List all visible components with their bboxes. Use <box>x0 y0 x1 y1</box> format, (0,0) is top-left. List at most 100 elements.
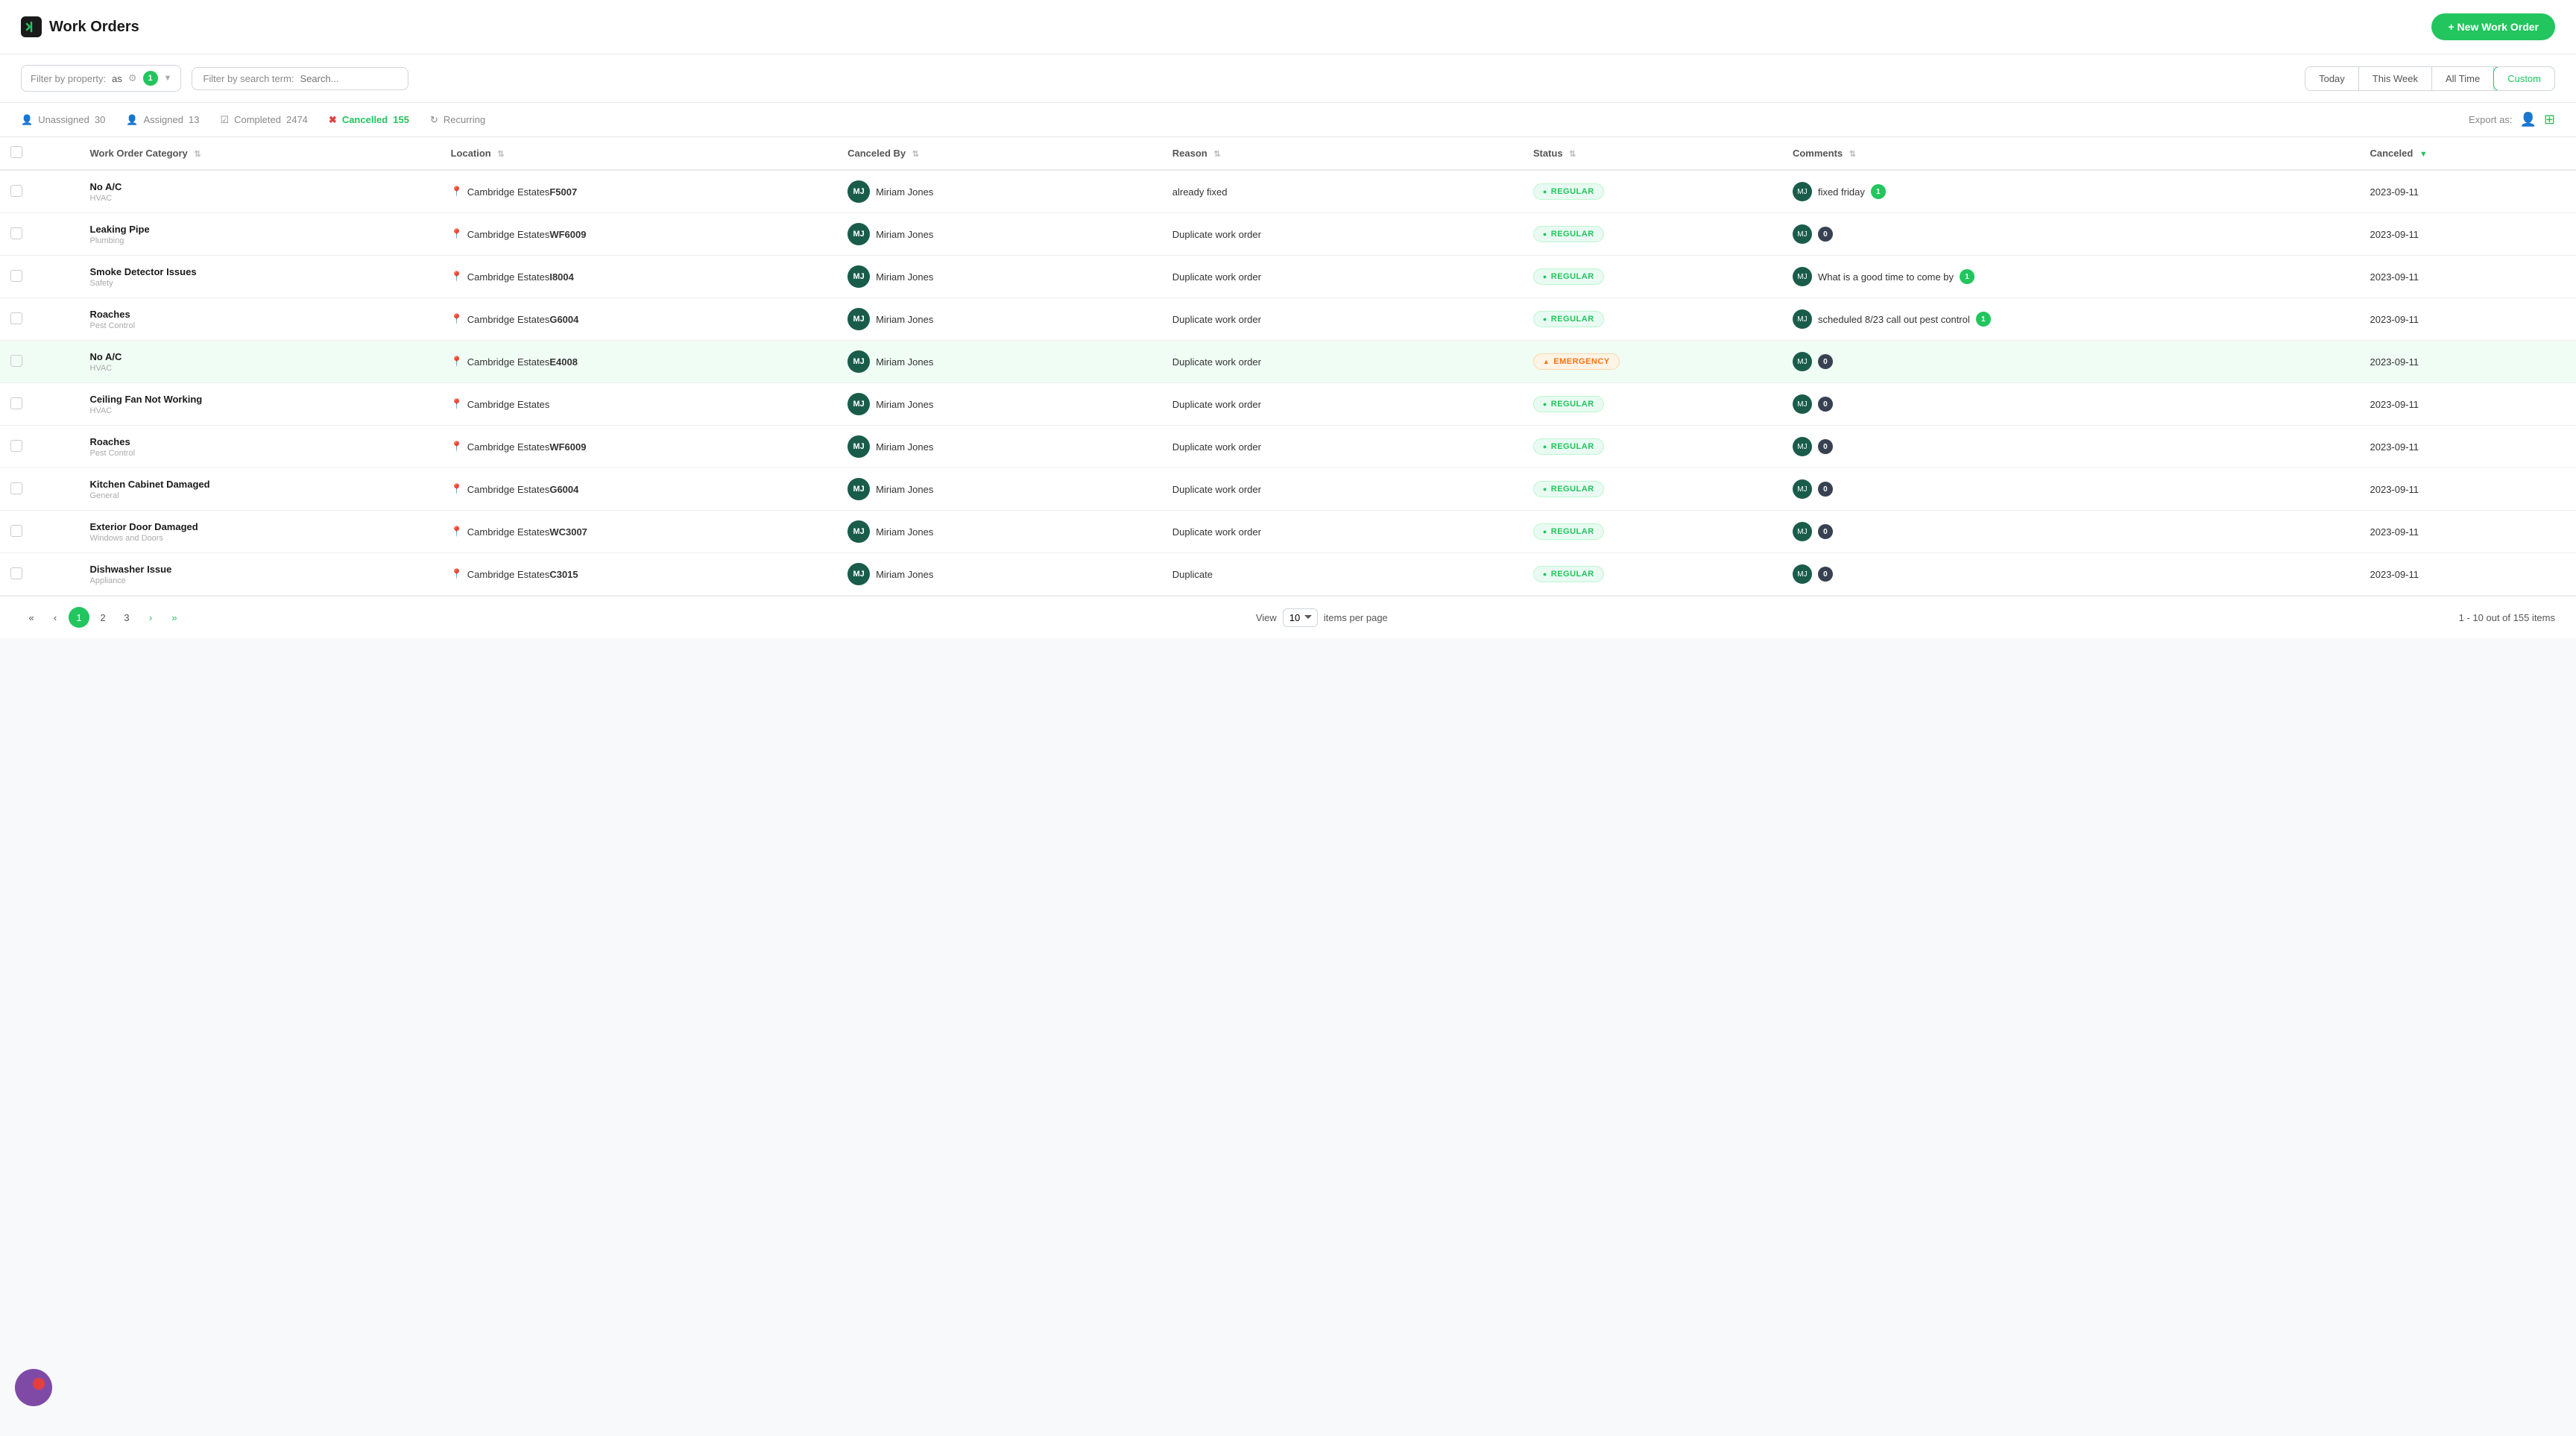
pagination-bar: « ‹ 1 2 3 › » View 10 25 50 items per pa… <box>0 596 2576 638</box>
location-unit: WF6009 <box>549 229 586 240</box>
category-name: Kitchen Cabinet Damaged <box>90 479 430 490</box>
stat-assigned-count: 13 <box>189 114 199 125</box>
category-sub: Pest Control <box>90 321 430 330</box>
filter-property-label: Filter by property: <box>31 73 106 84</box>
date-filter-all-time[interactable]: All Time <box>2432 67 2494 90</box>
status-badge: EMERGENCY <box>1533 353 1620 370</box>
comment-avatar: MJ <box>1793 564 1812 584</box>
view-per-page: View 10 25 50 items per page <box>1256 608 1388 627</box>
date-filter-custom[interactable]: Custom <box>2493 66 2555 91</box>
export-person-icon[interactable]: 👤 <box>2519 112 2536 127</box>
avatar: MJ <box>847 265 870 288</box>
th-category[interactable]: Work Order Category ⇅ <box>80 137 441 170</box>
location-text: Cambridge EstatesWF6009 <box>467 441 587 453</box>
sort-comments-icon: ⇅ <box>1849 150 1856 159</box>
page-3-button[interactable]: 3 <box>116 607 137 628</box>
th-comments[interactable]: Comments ⇅ <box>1782 137 2360 170</box>
th-cancelled-date[interactable]: Canceled ▼ <box>2360 137 2576 170</box>
app-logo <box>21 16 42 37</box>
row-checkbox[interactable] <box>10 227 22 239</box>
row-checkbox[interactable] <box>10 440 22 452</box>
page-2-button[interactable]: 2 <box>92 607 113 628</box>
page-1-button[interactable]: 1 <box>69 607 89 628</box>
location-cell: 📍 Cambridge EstatesWF6009 <box>451 441 827 453</box>
comments-cell: MJ0 <box>1782 511 2360 553</box>
row-checkbox[interactable] <box>10 567 22 579</box>
location-text: Cambridge EstatesG6004 <box>467 314 579 325</box>
table-row[interactable]: Dishwasher IssueAppliance📍Cambridge Esta… <box>0 553 2576 596</box>
export-area: Export as: 👤 ⊞ <box>2469 112 2555 127</box>
reason-cell: already fixed <box>1162 170 1523 213</box>
table-row[interactable]: No A/CHVAC📍Cambridge EstatesF5007MJMiria… <box>0 170 2576 213</box>
date-filter-this-week[interactable]: This Week <box>2359 67 2432 90</box>
th-status[interactable]: Status ⇅ <box>1523 137 1782 170</box>
location-pin-icon: 📍 <box>451 313 463 325</box>
category-name: Exterior Door Damaged <box>90 521 430 532</box>
search-input[interactable] <box>300 73 397 84</box>
row-checkbox[interactable] <box>10 270 22 282</box>
comment-avatar: MJ <box>1793 224 1812 244</box>
th-cancelled-by[interactable]: Canceled By ⇅ <box>837 137 1162 170</box>
th-reason[interactable]: Reason ⇅ <box>1162 137 1523 170</box>
comment-count-badge: 0 <box>1818 482 1833 497</box>
row-checkbox[interactable] <box>10 397 22 409</box>
items-per-page-select[interactable]: 10 25 50 <box>1283 608 1318 627</box>
table-row[interactable]: Exterior Door DamagedWindows and Doors📍C… <box>0 511 2576 553</box>
new-work-order-button[interactable]: + New Work Order <box>2431 13 2555 40</box>
category-sub: Windows and Doors <box>90 534 430 543</box>
stat-unassigned[interactable]: 👤 Unassigned 30 <box>21 114 105 126</box>
page-prev-prev-button[interactable]: « <box>21 607 42 628</box>
stat-cancelled[interactable]: ✖ Cancelled 155 <box>329 114 409 126</box>
stat-completed[interactable]: ☑ Completed 2474 <box>220 114 307 126</box>
row-checkbox[interactable] <box>10 355 22 367</box>
category-cell: RoachesPest Control <box>90 309 430 330</box>
location-cell: 📍Cambridge Estates <box>451 398 827 410</box>
assignee-name: Miriam Jones <box>876 271 933 283</box>
stat-assigned[interactable]: 👤 Assigned 13 <box>126 114 199 126</box>
page-next-button[interactable]: › <box>140 607 161 628</box>
table-row[interactable]: Leaking PipePlumbing📍Cambridge EstatesWF… <box>0 213 2576 256</box>
date-filter-today[interactable]: Today <box>2305 67 2359 90</box>
row-checkbox[interactable] <box>10 312 22 324</box>
stat-recurring[interactable]: ↻ Recurring <box>430 114 485 126</box>
view-label: View <box>1256 612 1277 623</box>
location-cell: 📍Cambridge EstatesE4008 <box>451 356 827 368</box>
th-location[interactable]: Location ⇅ <box>441 137 838 170</box>
assignee-name: Miriam Jones <box>876 484 933 495</box>
select-all-checkbox[interactable] <box>10 146 22 158</box>
category-cell: Exterior Door Damaged Windows and Doors <box>90 521 430 543</box>
row-checkbox[interactable] <box>10 185 22 197</box>
location-pin-icon: 📍 <box>451 271 463 283</box>
table-row[interactable]: Kitchen Cabinet DamagedGeneral📍Cambridge… <box>0 468 2576 511</box>
stat-completed-label: Completed <box>234 114 281 125</box>
category-sub: Plumbing <box>90 236 430 245</box>
table-row[interactable]: Smoke Detector IssuesSafety 📍 Cambridge Es… <box>0 256 2576 298</box>
filter-property-badge: 1 <box>143 71 158 86</box>
export-grid-icon[interactable]: ⊞ <box>2544 112 2555 127</box>
status-badge: REGULAR <box>1533 183 1604 200</box>
category-cell: Smoke Detector IssuesSafety <box>90 266 430 288</box>
row-checkbox[interactable] <box>10 525 22 537</box>
page-next-next-button[interactable]: » <box>164 607 185 628</box>
table-row[interactable]: RoachesPest Control 📍 Cambridge EstatesG60… <box>0 298 2576 341</box>
reason-cell: Duplicate work order <box>1162 468 1523 511</box>
avatar: MJ <box>847 223 870 245</box>
table-row[interactable]: Ceiling Fan Not WorkingHVAC📍Cambridge Es… <box>0 383 2576 426</box>
recurring-icon: ↻ <box>430 114 438 126</box>
status-badge: REGULAR <box>1533 396 1604 412</box>
comment-count-badge: 0 <box>1818 567 1833 582</box>
cancelled-date-cell: 2023-09-11 <box>2360 170 2576 213</box>
page-prev-button[interactable]: ‹ <box>45 607 66 628</box>
table-row[interactable]: No A/CHVAC📍Cambridge EstatesE4008MJMiria… <box>0 341 2576 383</box>
assignee-name: Miriam Jones <box>876 526 933 538</box>
person-icon: 👤 <box>21 114 33 126</box>
sort-cancelled-icon: ▼ <box>2419 150 2428 159</box>
row-checkbox[interactable] <box>10 482 22 494</box>
filter-property[interactable]: Filter by property: as ⚙ 1 ▼ <box>21 65 181 92</box>
avatar: MJ <box>847 308 870 330</box>
location-pin-icon: 📍 <box>451 441 463 453</box>
comments-cell: MJ0 <box>1782 426 2360 468</box>
table-row[interactable]: RoachesPest Control📍Cambridge EstatesWF6… <box>0 426 2576 468</box>
location-text: Cambridge Estates <box>467 399 550 410</box>
location-text: Cambridge EstatesI8004 <box>467 271 574 283</box>
